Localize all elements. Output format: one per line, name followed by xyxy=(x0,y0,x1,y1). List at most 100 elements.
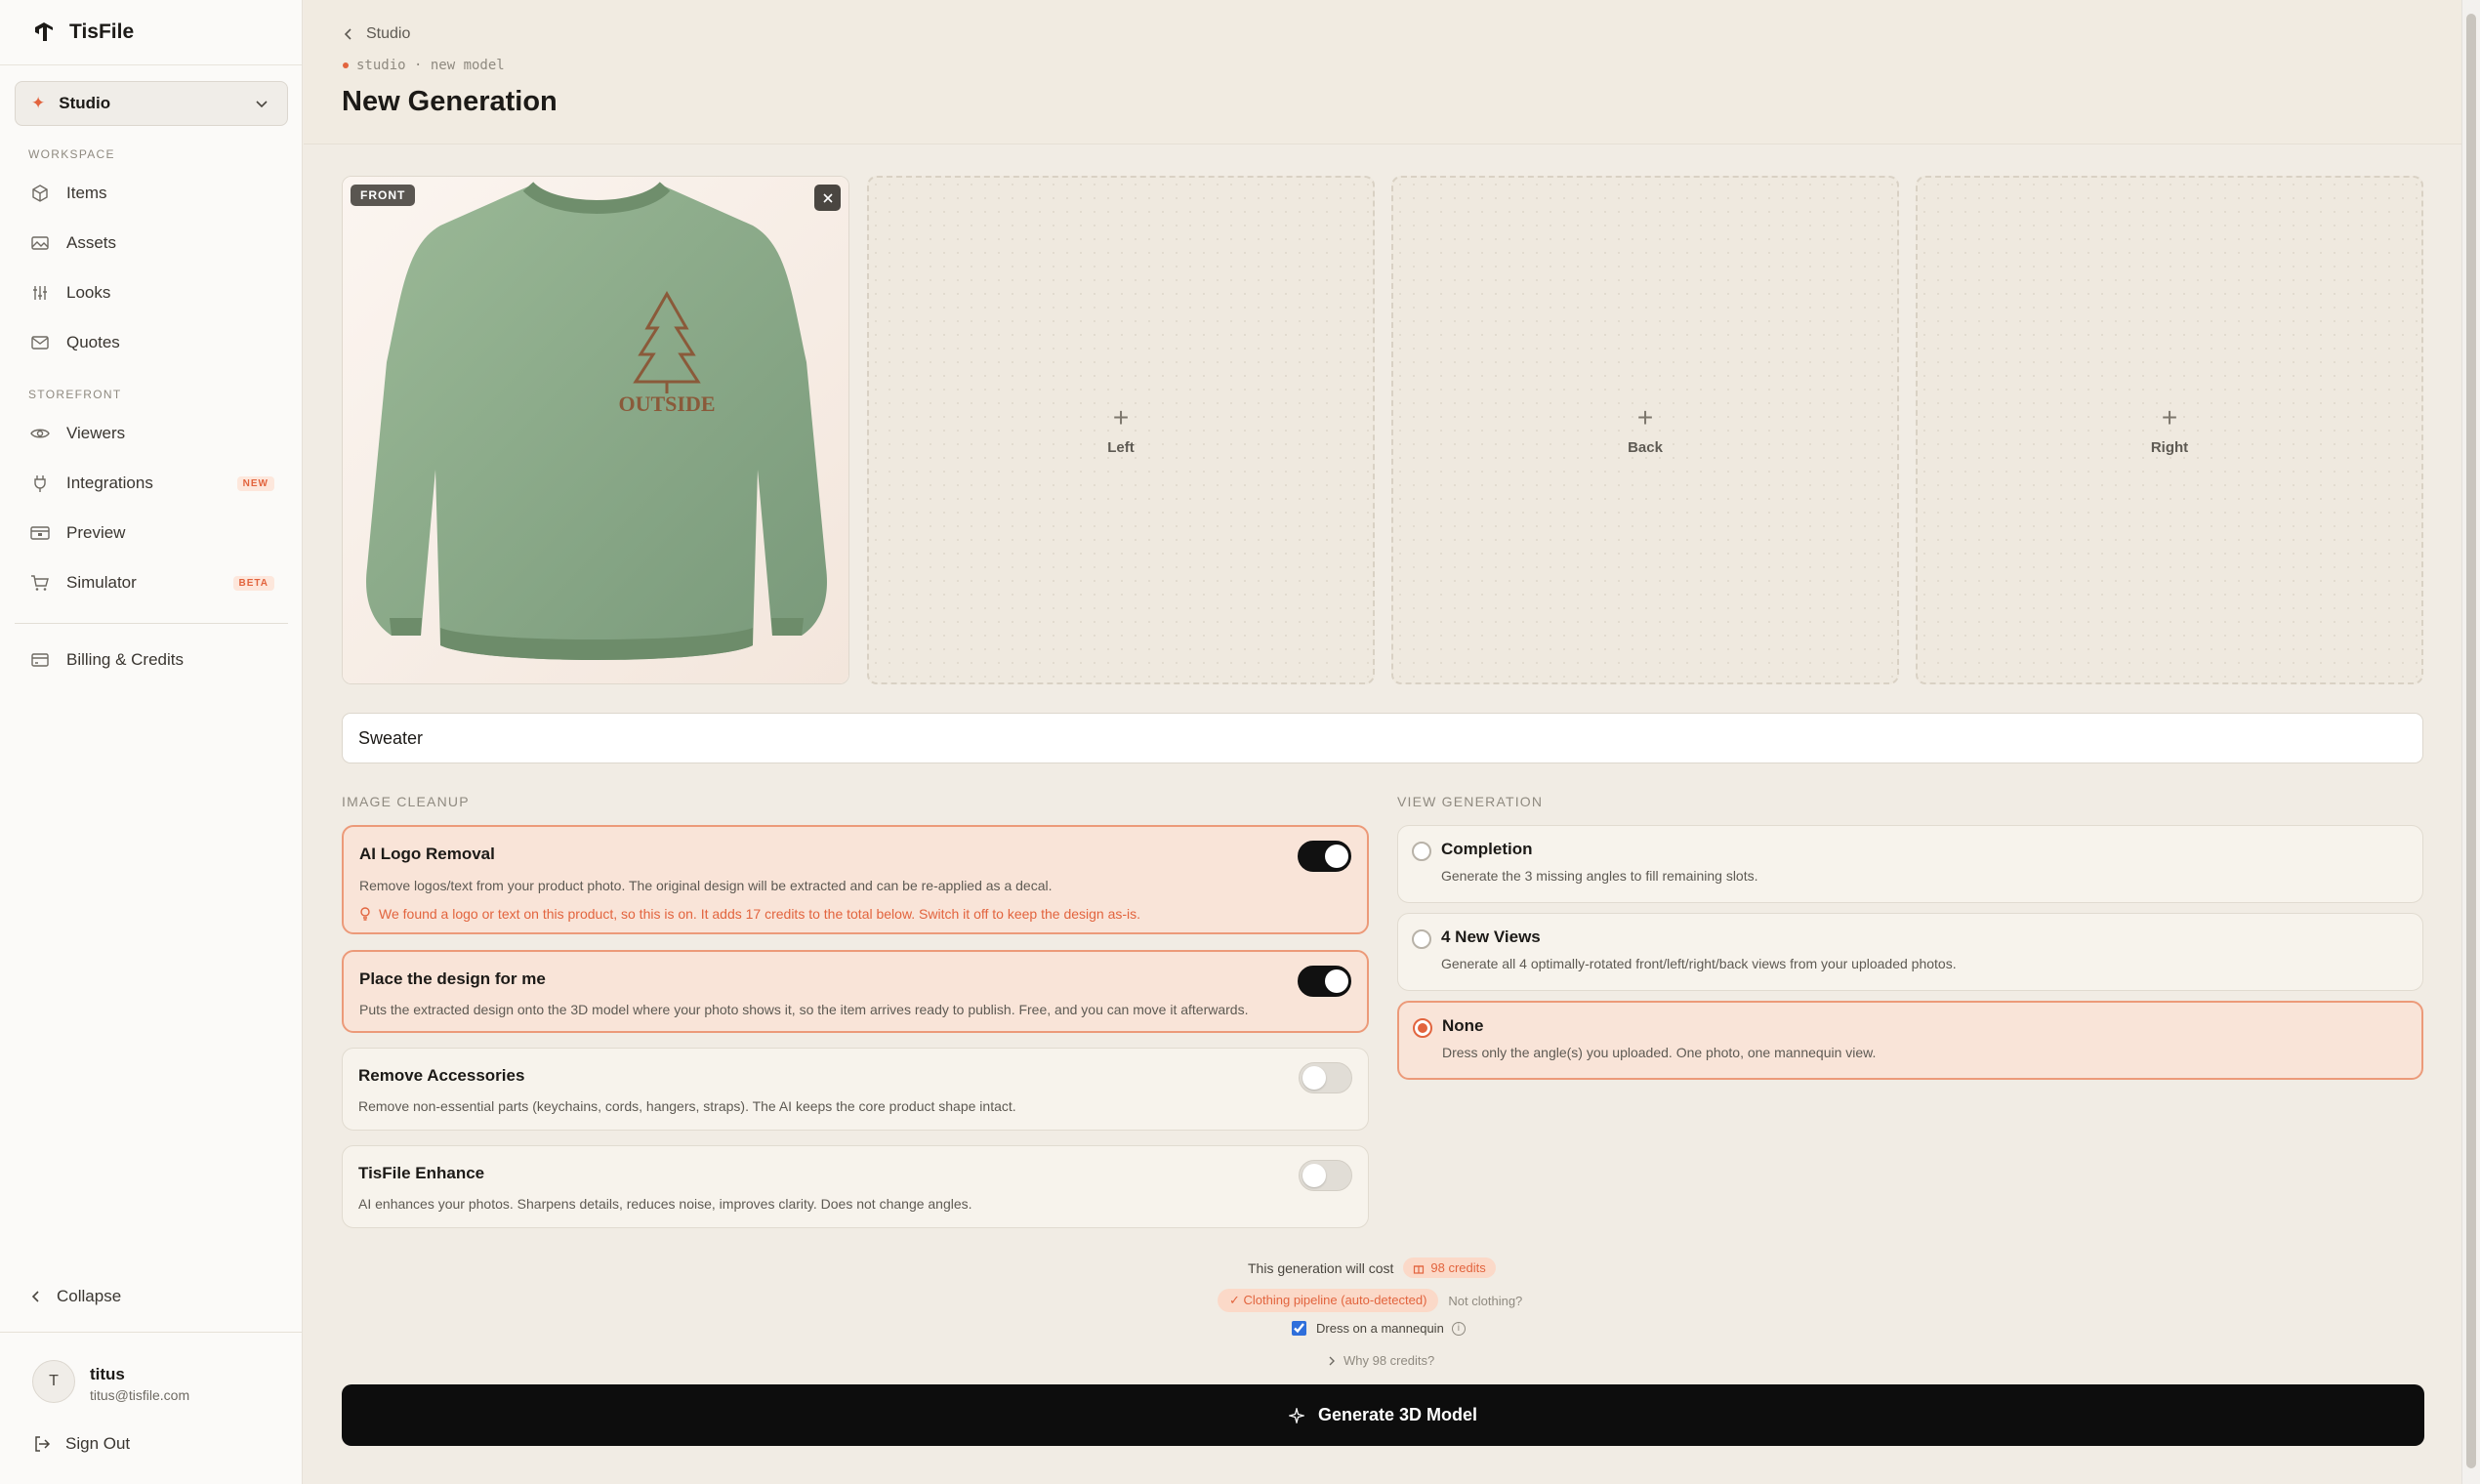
sidebar-item-label: Integrations xyxy=(66,474,153,492)
radio-button[interactable] xyxy=(1412,842,1431,861)
view-option-none[interactable]: None Dress only the angle(s) you uploade… xyxy=(1397,1001,2423,1080)
radio-button[interactable] xyxy=(1413,1018,1432,1038)
why-credits-toggle[interactable]: Why 98 credits? xyxy=(1328,1353,1434,1368)
sidebar-item-label: Assets xyxy=(66,233,117,252)
mail-icon xyxy=(29,332,51,353)
sidebar-item-items[interactable]: Items xyxy=(15,172,288,215)
radio-button[interactable] xyxy=(1412,929,1431,949)
brand[interactable]: TisFile xyxy=(0,0,302,65)
image-cleanup-label: IMAGE CLEANUP xyxy=(342,794,470,809)
logo-removal-toggle[interactable] xyxy=(1298,841,1351,872)
beta-badge: BETA xyxy=(232,575,274,591)
preview-icon xyxy=(29,522,51,544)
item-name-input[interactable] xyxy=(342,713,2423,763)
cost-summary: This generation will cost 98 credits xyxy=(1248,1257,1496,1278)
generate-button-label: Generate 3D Model xyxy=(1317,1405,1478,1424)
option-title: AI Logo Removal xyxy=(359,845,495,863)
pipeline-row: ✓ Clothing pipeline (auto-detected) Not … xyxy=(1218,1289,1522,1312)
sidebar-item-billing[interactable]: Billing & Credits xyxy=(15,639,288,681)
view-option-4-new-views[interactable]: 4 New Views Generate all 4 optimally-rot… xyxy=(1397,913,2423,991)
cart-icon xyxy=(29,572,51,594)
eye-icon xyxy=(29,423,51,444)
option-place-design[interactable]: Place the design for me Puts the extract… xyxy=(342,950,1369,1033)
option-desc: Remove non-essential parts (keychains, c… xyxy=(358,1098,1016,1114)
cost-text: This generation will cost xyxy=(1248,1259,1394,1276)
chevron-right-icon xyxy=(1329,1356,1335,1365)
plus-icon: + xyxy=(1112,402,1130,433)
sidebar-item-label: Looks xyxy=(66,283,111,302)
user-email: titus@tisfile.com xyxy=(90,1387,190,1403)
sidebar-item-preview[interactable]: Preview xyxy=(15,512,288,555)
option-desc: Puts the extracted design onto the 3D mo… xyxy=(359,1002,1249,1017)
not-clothing-link[interactable]: Not clothing? xyxy=(1448,1294,1522,1308)
remove-image-button[interactable] xyxy=(814,185,841,211)
plus-icon: + xyxy=(1636,402,1654,433)
option-ai-logo-removal[interactable]: AI Logo Removal Remove logos/text from y… xyxy=(342,825,1369,934)
avatar[interactable]: T xyxy=(32,1360,75,1403)
sparkle-icon xyxy=(1288,1407,1304,1423)
sweater-print-logo: OUTSIDE xyxy=(618,392,715,416)
chevron-left-icon xyxy=(31,1291,39,1302)
option-desc: Generate all 4 optimally-rotated front/l… xyxy=(1441,956,1957,971)
option-remove-accessories[interactable]: Remove Accessories Remove non-essential … xyxy=(342,1048,1369,1131)
warning-text: We found a logo or text on this product,… xyxy=(379,906,1141,922)
collapse-label: Collapse xyxy=(57,1287,122,1305)
option-warning: We found a logo or text on this product,… xyxy=(359,906,1140,922)
sidebar-item-simulator[interactable]: Simulator BETA xyxy=(15,561,288,604)
credit-card-icon xyxy=(29,649,51,671)
user-box: T titus titus@tisfile.com Sign Out xyxy=(0,1332,303,1484)
back-link-label: Studio xyxy=(366,25,411,42)
option-desc: Remove logos/text from your product phot… xyxy=(359,878,1053,893)
plus-icon: + xyxy=(2161,402,2178,433)
right-slot[interactable]: + Right xyxy=(1916,176,2423,684)
cube-icon xyxy=(29,183,51,204)
generate-3d-model-button[interactable]: Generate 3D Model xyxy=(342,1384,2424,1446)
back-slot[interactable]: + Back xyxy=(1391,176,1899,684)
status-dot xyxy=(343,62,349,68)
mannequin-checkbox[interactable] xyxy=(1292,1321,1306,1336)
breadcrumb: studio · new model xyxy=(343,58,505,73)
option-desc: Generate the 3 missing angles to fill re… xyxy=(1441,868,1758,884)
sidebar-item-looks[interactable]: Looks xyxy=(15,271,288,314)
collapse-button[interactable]: Collapse xyxy=(29,1287,121,1306)
option-title: TisFile Enhance xyxy=(358,1164,485,1182)
new-badge: NEW xyxy=(236,475,274,491)
sidebar-item-viewers[interactable]: Viewers xyxy=(15,412,288,455)
enhance-toggle[interactable] xyxy=(1299,1160,1352,1191)
back-link[interactable]: Studio xyxy=(343,25,410,43)
gift-icon xyxy=(1414,1264,1425,1274)
pipeline-badge: ✓ Clothing pipeline (auto-detected) xyxy=(1218,1289,1439,1312)
page-title: New Generation xyxy=(342,86,558,117)
toggle-knob xyxy=(1325,969,1348,993)
toggle-knob xyxy=(1325,845,1348,868)
front-slot[interactable]: FRONT OUTSIDE xyxy=(342,176,849,684)
place-design-toggle[interactable] xyxy=(1298,966,1351,997)
sign-out-label: Sign Out xyxy=(65,1434,131,1453)
left-slot[interactable]: + Left xyxy=(867,176,1375,684)
sidebar-item-quotes[interactable]: Quotes xyxy=(15,321,288,364)
plug-icon xyxy=(29,473,51,494)
sliders-icon xyxy=(29,282,51,304)
view-option-completion[interactable]: Completion Generate the 3 missing angles… xyxy=(1397,825,2423,903)
slot-label: Back xyxy=(1628,439,1663,456)
studio-select[interactable]: ✦ Studio xyxy=(15,81,288,126)
page-scrollbar[interactable] xyxy=(2461,0,2480,1484)
sparkle-icon: ✦ xyxy=(31,94,46,112)
scrollbar-thumb[interactable] xyxy=(2466,14,2476,1468)
sidebar-item-label: Preview xyxy=(66,523,126,542)
mannequin-option[interactable]: Dress on a mannequin i xyxy=(1292,1321,1466,1336)
studio-select-label: Studio xyxy=(59,94,111,112)
sidebar-item-assets[interactable]: Assets xyxy=(15,222,288,265)
option-title: Remove Accessories xyxy=(358,1066,525,1085)
remove-accessories-toggle[interactable] xyxy=(1299,1062,1352,1093)
sweater-photo: OUTSIDE xyxy=(343,177,848,683)
option-title: Completion xyxy=(1441,840,1533,858)
close-icon xyxy=(822,192,833,203)
sign-out-button[interactable]: Sign Out xyxy=(32,1434,130,1454)
sidebar-item-integrations[interactable]: Integrations NEW xyxy=(15,462,288,505)
sidebar-item-label: Simulator xyxy=(66,573,137,592)
lightbulb-icon xyxy=(360,907,370,921)
option-tisfile-enhance[interactable]: TisFile Enhance AI enhances your photos.… xyxy=(342,1145,1369,1228)
chevron-left-icon xyxy=(344,28,351,40)
info-icon[interactable]: i xyxy=(1451,1321,1466,1336)
